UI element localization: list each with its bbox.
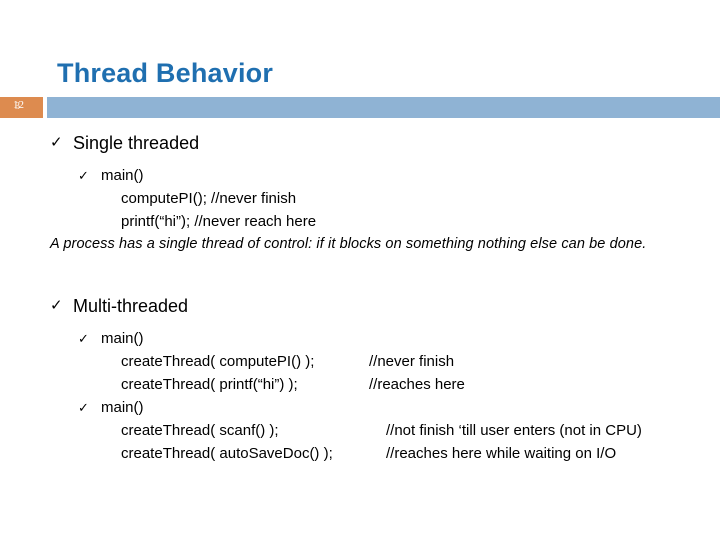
bullet-multi-threaded: ✓ Multi-threaded [0,293,720,319]
code-text: createThread( autoSaveDoc() ); [121,445,333,462]
note-single-threaded: A process has a single thread of control… [50,236,647,252]
check-icon: ✓ [78,331,89,346]
code-text: createThread( printf(“hi”) ); [121,376,298,393]
code-line: computePI(); //never finish [0,187,720,210]
check-icon: ✓ [50,134,63,151]
bullet-multi-main-1: ✓ main() [0,327,720,350]
bullet-single-threaded: ✓ Single threaded [0,130,720,156]
code-comment: //reaches here [369,376,465,393]
bullet-label: main() [101,167,144,184]
bullet-label: Multi-threaded [73,296,189,316]
code-text: createThread( scanf() ); [121,422,279,439]
slide-canvas: Thread Behavior 12 3 ✓ Single threaded ✓… [0,0,720,540]
code-line: createThread( scanf() ); //not finish ‘ti… [0,419,720,442]
code-comment: //reaches here while waiting on I/O [386,445,617,462]
bullet-label: Single threaded [73,133,200,153]
code-comment: //never finish [369,353,455,370]
check-icon: ✓ [78,400,89,415]
code-comment: //not finish ‘till user enters (not in C… [386,422,642,439]
bullet-single-main: ✓ main() [0,164,720,187]
code-line: printf(“hi”); //never reach here [0,210,720,233]
code-line: createThread( computePI() ); //never fini… [0,350,720,373]
bullet-label: main() [101,330,144,347]
code-text: computePI(); //never finish [121,190,297,207]
slide-body: ✓ Single threaded ✓ main() computePI(); … [0,130,720,465]
bullet-label: main() [101,399,144,416]
check-icon: ✓ [78,168,89,183]
bullet-multi-main-2: ✓ main() [0,396,720,419]
code-text: printf(“hi”); //never reach here [121,213,317,230]
code-line: createThread( printf(“hi”) ); //reaches h… [0,373,720,396]
code-text: createThread( computePI() ); [121,353,315,370]
check-icon: ✓ [50,297,63,314]
header-divider-band [47,97,720,118]
code-line: createThread( autoSaveDoc() ); //reaches … [0,442,720,465]
slide-number-badge: 12 3 [0,97,43,118]
page-title: Thread Behavior [57,58,274,88]
slide-number-overlay-text: 3 [15,101,20,112]
